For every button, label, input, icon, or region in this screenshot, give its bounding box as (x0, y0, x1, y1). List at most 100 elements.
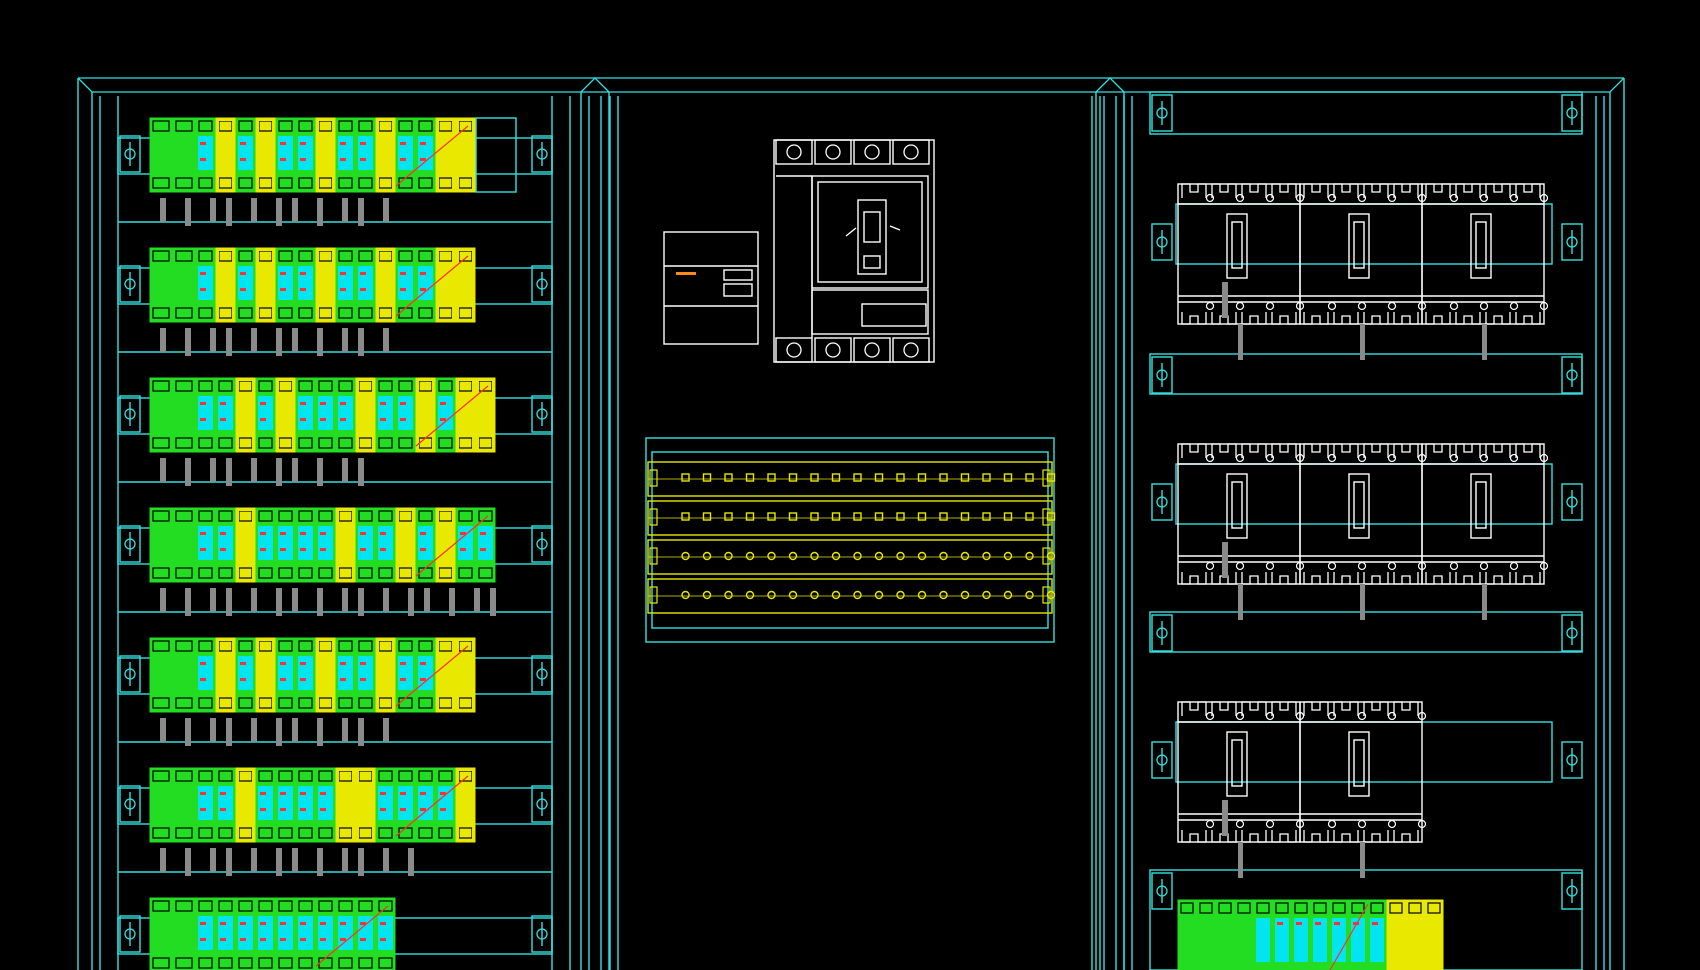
contact-mark (300, 938, 306, 941)
contact-mark (260, 532, 266, 535)
breaker-module (335, 507, 356, 583)
contact-mark (440, 402, 446, 405)
breaker-label-plate (861, 303, 927, 327)
terminal-screw-icon (767, 590, 776, 600)
din-rail-clamp-icon (531, 915, 553, 953)
breaker-inner-plate (817, 181, 923, 283)
terminal-screw-icon (1509, 301, 1519, 311)
breaker-module (255, 117, 276, 193)
terminal-screw-icon (1205, 561, 1215, 571)
breaker-toggle (1353, 739, 1365, 787)
terminal-screw-icon (1235, 301, 1245, 311)
terminal-screw-icon (1449, 561, 1459, 571)
terminal-screw-icon (853, 337, 891, 363)
cable-drop (210, 328, 216, 352)
contact-mark (360, 532, 366, 535)
terminal-screw-icon (702, 590, 712, 600)
cable-drop (358, 328, 364, 356)
din-rail-clamp-icon (1561, 356, 1583, 394)
breaker-module (435, 507, 456, 583)
strip-end (1042, 469, 1051, 487)
cable-drop (226, 718, 232, 746)
mccb-breaker (1299, 183, 1427, 360)
breaker-module (375, 117, 396, 193)
module-window (298, 136, 313, 170)
contact-mark (380, 938, 386, 941)
terminal-screw-icon (1449, 301, 1459, 311)
mccb-breaker (1177, 183, 1305, 360)
contact-mark (200, 532, 206, 535)
breaker-row (1151, 183, 1583, 360)
contact-mark (400, 662, 406, 665)
cable-drop (383, 198, 389, 222)
contact-mark (480, 532, 486, 535)
module-window (338, 266, 353, 300)
breaker-module (475, 507, 496, 583)
breaker-module (255, 897, 276, 970)
breaker-module (195, 117, 216, 193)
module-window (338, 396, 353, 430)
breaker-toggle (1353, 221, 1365, 269)
terminal-screw-icon (745, 473, 755, 482)
contact-mark (300, 678, 306, 681)
contact-mark (280, 142, 286, 145)
module-window (398, 266, 413, 300)
breaker-module (355, 247, 376, 323)
terminal-screw-icon (810, 590, 819, 600)
cable-drop (276, 328, 282, 356)
terminal-screw-icon (1479, 301, 1489, 311)
din-rail-clamp-icon (1151, 741, 1173, 779)
contact-mark (200, 938, 206, 941)
cable-drop (1360, 842, 1365, 878)
contact-mark (220, 922, 226, 925)
breaker-module (355, 767, 376, 843)
terminal-screw-icon (1425, 183, 1451, 198)
cable-drop (185, 198, 191, 226)
din-rail-clamp-icon (119, 395, 141, 433)
terminal-screw-icon (1003, 551, 1013, 561)
contact-mark (400, 158, 406, 161)
terminal-screw-icon (982, 473, 991, 482)
cable-drop (317, 848, 323, 876)
terminal-screw-icon (1425, 443, 1451, 458)
terminal-screw-icon (1271, 312, 1297, 325)
terminal-screw-icon (917, 473, 927, 482)
terminal-screw-icon (853, 473, 862, 482)
cable-drop (292, 198, 298, 222)
breaker-module (335, 897, 356, 970)
cable-drop (342, 588, 348, 612)
cable-drop (251, 588, 257, 612)
terminal-screw-icon (1303, 701, 1329, 716)
terminal-screw-icon (1509, 561, 1519, 571)
terminal-screw-icon (1303, 443, 1329, 458)
terminal-screw-icon (1387, 301, 1397, 311)
terminal-screw-icon (1363, 572, 1389, 585)
breaker-module (149, 507, 173, 583)
module-window (258, 396, 273, 430)
terminal-screw-icon (767, 551, 776, 561)
contact-mark (360, 678, 366, 681)
module-window (218, 396, 233, 430)
terminal-screw-icon (1387, 561, 1397, 571)
terminal-screw-icon (1393, 701, 1419, 716)
contact-mark (340, 402, 346, 405)
breaker-module (455, 507, 476, 583)
cable-drop (1360, 584, 1365, 620)
breaker-mark (889, 225, 901, 231)
terminal-screw-icon (745, 512, 755, 521)
terminal-screw-icon (810, 473, 819, 482)
terminal-screw-icon (853, 551, 862, 561)
cable-drop (408, 848, 414, 876)
terminal-screw-icon (1455, 312, 1481, 325)
breaker-module (255, 637, 276, 713)
breaker-module (275, 117, 296, 193)
din-rail-clamp-icon (531, 265, 553, 303)
terminal-screw-icon (1181, 183, 1207, 198)
breaker-module (435, 247, 456, 323)
meter-display (723, 283, 753, 297)
contact-mark (280, 158, 286, 161)
terminal-screw-icon (1327, 301, 1337, 311)
breaker-module (172, 247, 196, 323)
breaker-module (315, 117, 336, 193)
contact-mark (400, 808, 406, 811)
